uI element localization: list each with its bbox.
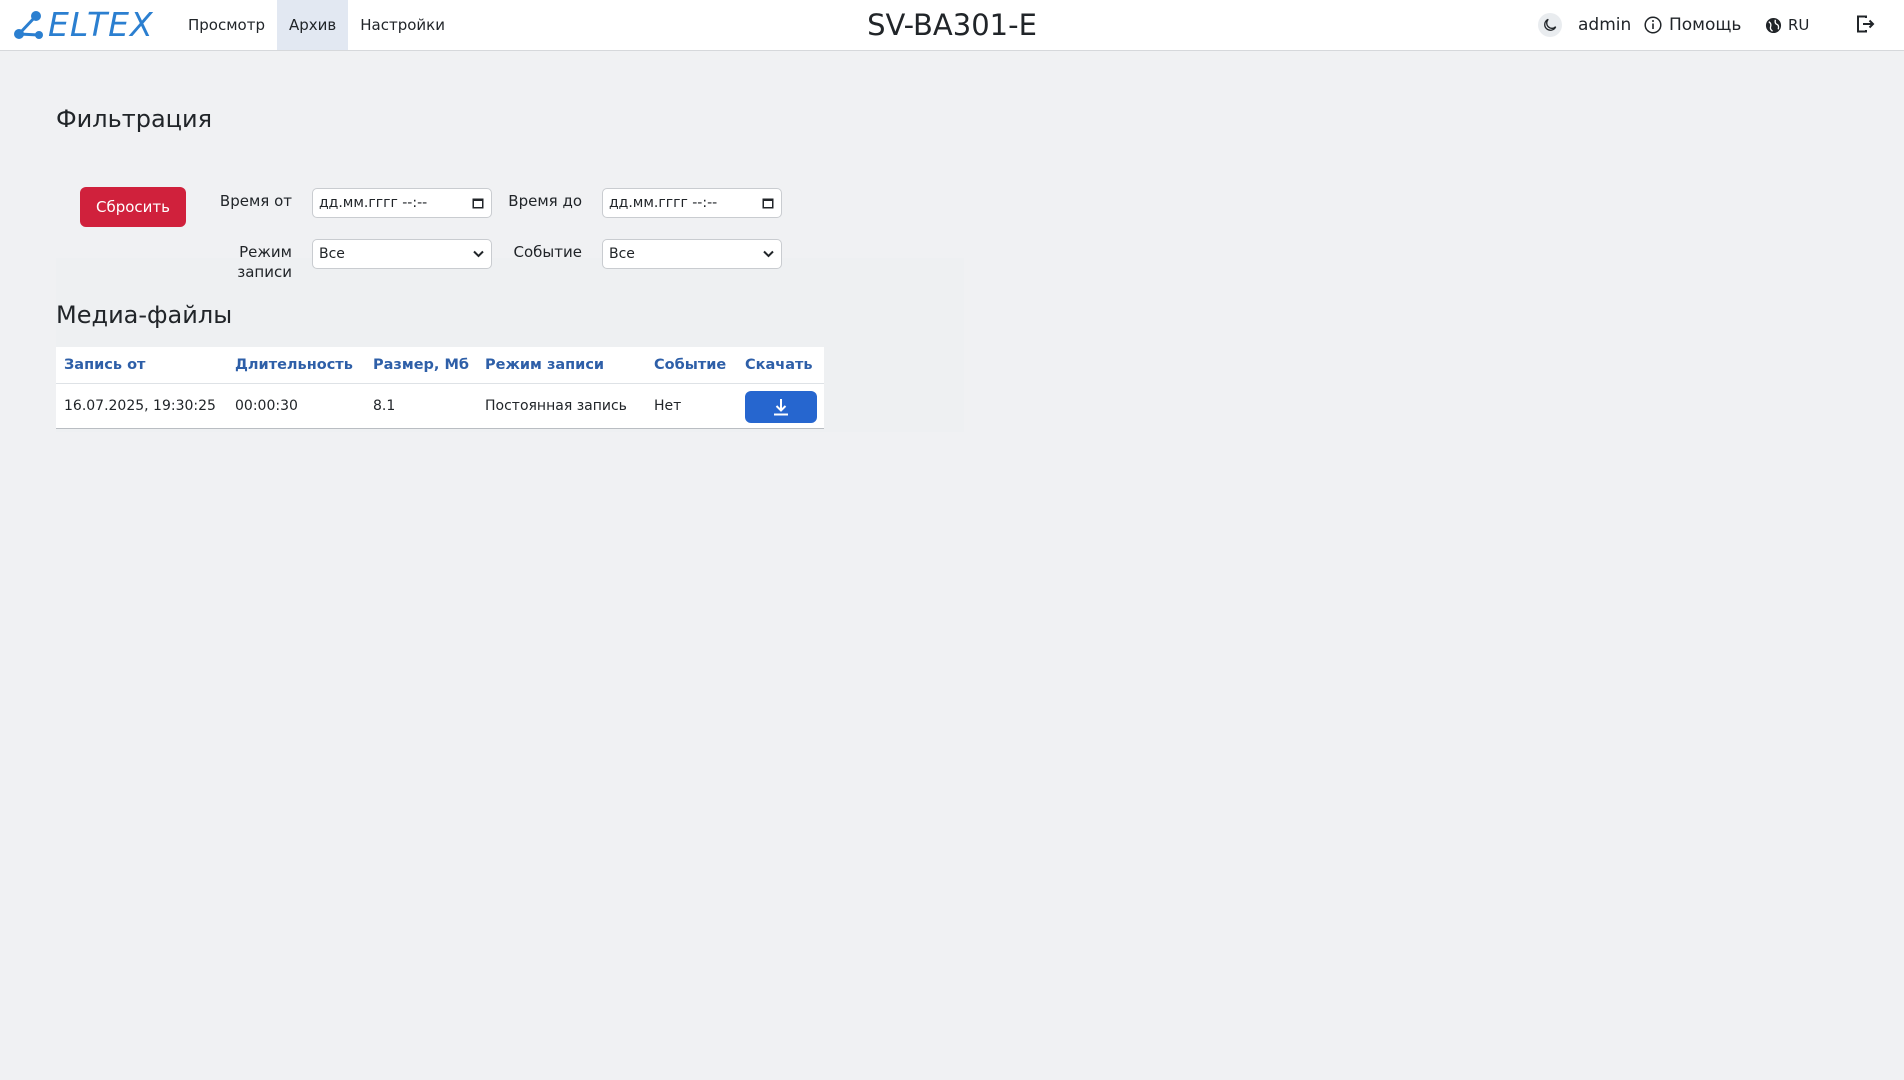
logout-icon [1857,15,1875,33]
column-header-event[interactable]: Событие [654,347,726,384]
theme-toggle-button[interactable] [1538,13,1562,37]
nav-item-settings[interactable]: Настройки [348,0,457,50]
filter-title: Фильтрация [56,105,213,133]
eltex-logo-icon [14,11,43,39]
event-label: Событие [513,243,582,261]
nav-item-archive[interactable]: Архив [276,0,349,50]
time-to-value: дд.мм.гггг --:-- [609,195,718,211]
reset-button[interactable]: Сбросить [80,187,186,227]
media-table: Запись от Длительность Размер, Мб Режим … [56,347,824,429]
download-icon [774,399,788,416]
info-icon [1644,16,1662,34]
time-to-input[interactable]: дд.мм.гггг --:-- [602,188,782,218]
column-header-start[interactable]: Запись от [64,347,145,384]
top-header: ELTEX Просмотр Архив Настройки SV-BA301-… [0,0,1904,51]
chevron-down-icon [761,247,775,261]
table-header: Запись от Длительность Размер, Мб Режим … [56,347,824,384]
column-header-size[interactable]: Размер, Мб [373,347,469,384]
eltex-logo[interactable]: ELTEX [12,8,154,42]
cell-event: Нет [654,398,682,414]
cell-mode: Постоянная запись [485,398,627,414]
main-nav: Просмотр Архив Настройки [176,0,457,50]
cell-start: 16.07.2025, 19:30:25 [64,398,216,414]
time-from-input[interactable]: дд.мм.гггг --:-- [312,188,492,218]
cell-duration: 00:00:30 [235,398,298,414]
help-label: Помощь [1669,15,1742,35]
record-mode-select[interactable]: Все [312,239,492,269]
column-header-duration[interactable]: Длительность [235,347,353,384]
globe-icon [1765,17,1782,33]
download-button[interactable] [745,391,817,423]
event-select[interactable]: Все [602,239,782,269]
logout-button[interactable] [1855,14,1875,38]
table-row: 16.07.2025, 19:30:25 00:00:30 8.1 Постоя… [56,384,824,429]
cell-size: 8.1 [373,398,396,414]
help-link[interactable]: Помощь [1644,0,1741,50]
column-header-download: Скачать [745,357,813,373]
column-header-mode[interactable]: Режим записи [485,347,604,384]
language-label: RU [1788,16,1810,34]
logo-text: ELTEX [48,5,154,44]
chevron-down-icon [471,247,485,261]
event-value: Все [609,246,635,262]
user-name[interactable]: admin [1578,0,1631,50]
time-from-value: дд.мм.гггг --:-- [319,195,428,211]
calendar-icon[interactable] [471,196,485,210]
time-to-label: Время до [508,192,582,210]
moon-icon [1544,18,1557,31]
record-mode-label-line2: записи [237,263,292,281]
time-from-label: Время от [219,192,292,210]
language-selector[interactable]: RU [1765,0,1809,50]
nav-item-view[interactable]: Просмотр [176,0,277,50]
record-mode-label: Режим записи [200,242,292,282]
record-mode-value: Все [319,246,345,262]
calendar-icon[interactable] [761,196,775,210]
record-mode-label-line1: Режим [239,243,292,261]
media-title: Медиа-файлы [56,301,233,329]
